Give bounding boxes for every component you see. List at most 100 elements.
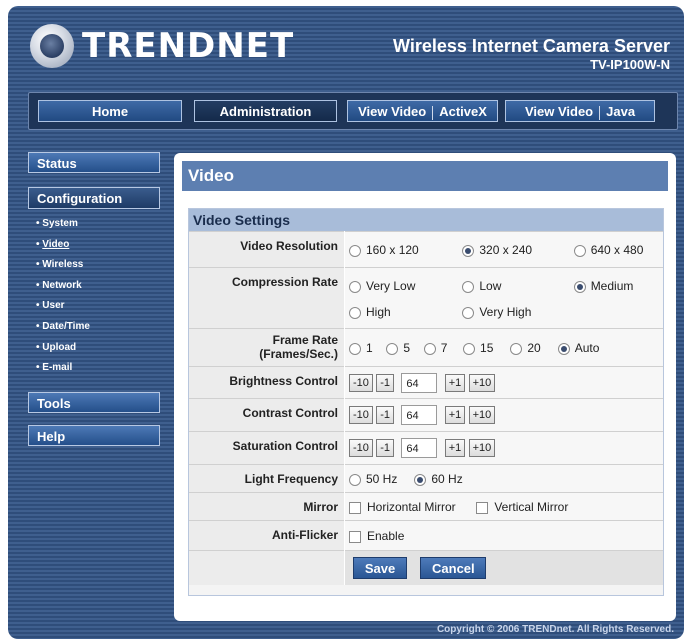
radio-icon[interactable] [349,342,361,355]
sidebar-item-system[interactable]: • System [28,214,160,235]
light-frequency-label: Light Frequency [189,464,345,493]
trendnet-logo-icon [30,24,74,68]
cancel-button[interactable]: Cancel [420,556,487,579]
compression-label: Compression Rate [189,267,345,329]
minus1-button[interactable]: -1 [376,373,395,392]
sidebar-item-datetime[interactable]: • Date/Time [28,317,160,338]
sidebar-item-label: E-mail [42,362,73,374]
framerate-label-line2: (Frames/Sec.) [259,347,338,361]
option-label: 60 Hz [431,471,463,486]
compression-option[interactable]: Medium [573,273,634,299]
plus10-button[interactable]: +10 [468,439,496,457]
checkbox-icon[interactable] [476,501,489,514]
sidebar-status-button[interactable]: Status [28,152,160,173]
nav-view-video-label: View Video [358,104,427,119]
plus1-button[interactable]: +1 [444,406,466,424]
saturation-row: Saturation Control -10 -1 64 +1 +10 [189,431,663,465]
radio-icon[interactable] [349,306,361,319]
nav-administration-label: Administration [219,104,312,119]
compression-option[interactable]: Low [462,273,570,299]
minus10-button[interactable]: -10 [349,406,373,424]
brightness-input[interactable]: 64 [401,372,438,393]
sidebar-item-label: Network [42,279,82,291]
sidebar-item-label: Upload [42,341,77,353]
contrast-label: Contrast Control [189,398,345,432]
radio-icon[interactable] [462,280,475,293]
option-label: Very Low [366,278,416,293]
radio-icon[interactable] [463,342,476,355]
radio-selected-icon[interactable] [462,244,475,257]
framerate-option[interactable]: 15 [463,341,507,355]
plus10-button[interactable]: +10 [468,406,496,424]
sidebar-help-button[interactable]: Help [28,425,160,446]
option-label: Medium [590,278,634,293]
sidebar-item-upload[interactable]: • Upload [28,338,160,359]
compression-option[interactable]: High [349,299,459,325]
sidebar-tools-button[interactable]: Tools [28,392,160,413]
framerate-option[interactable]: 1 [349,341,383,355]
compression-option[interactable]: Very Low [349,273,459,299]
video-settings-box: Video Settings Video Resolution 160 x 12… [188,208,664,596]
resolution-option[interactable]: 320 x 240 [462,243,570,257]
nav-view-video-java-button[interactable]: View Video Java [505,100,655,122]
framerate-option[interactable]: 20 [510,341,554,355]
sidebar-item-video[interactable]: • Video [28,235,160,256]
checkbox-icon[interactable] [349,501,361,514]
resolution-option[interactable]: 640 x 480 [573,242,644,257]
sidebar-item-user[interactable]: • User [28,296,160,317]
light-frequency-option[interactable]: 50 Hz [349,472,411,486]
minus1-button[interactable]: -1 [376,406,395,424]
radio-selected-icon[interactable] [557,342,570,355]
radio-icon[interactable] [349,244,361,257]
resolution-label: Video Resolution [189,231,345,268]
radio-icon[interactable] [386,342,399,355]
radio-icon[interactable] [510,342,523,355]
radio-icon[interactable] [349,473,361,486]
nav-home-label: Home [91,104,129,119]
plus1-button[interactable]: +1 [444,373,466,392]
radio-selected-icon[interactable] [414,473,427,486]
contrast-input[interactable]: 64 [401,405,438,425]
light-frequency-option[interactable]: 60 Hz [414,471,463,486]
sidebar-tools-label: Tools [37,396,71,411]
minus10-button[interactable]: -10 [349,373,373,392]
settings-table: Video Resolution 160 x 120 320 x 240 640… [189,231,663,585]
vertical-mirror-option[interactable]: Vertical Mirror [476,500,568,514]
plus10-button[interactable]: +10 [468,373,496,392]
plus1-button[interactable]: +1 [444,439,466,457]
radio-selected-icon[interactable] [573,280,586,293]
saturation-input[interactable]: 64 [401,438,438,458]
configuration-submenu: • System • Video • Wireless • Network • … [28,214,160,379]
radio-icon[interactable] [462,306,475,319]
sidebar-item-network[interactable]: • Network [28,276,160,297]
save-button[interactable]: Save [353,556,407,579]
option-label: Enable [367,528,405,543]
sidebar-item-email[interactable]: • E-mail [28,358,160,379]
top-navigation: Home Administration View Video ActiveX Vi… [28,92,678,130]
framerate-option[interactable]: Auto [557,341,599,355]
option-label: 20 [527,340,541,355]
sidebar-item-wireless[interactable]: • Wireless [28,255,160,276]
option-label: 7 [440,340,448,355]
option-label: Very High [479,304,532,319]
sidebar-status-label: Status [37,156,77,171]
anti-flicker-option[interactable]: Enable [349,529,404,543]
page-frame: TRENDNET Wireless Internet Camera Server… [8,6,684,639]
checkbox-icon[interactable] [349,530,361,543]
radio-icon[interactable] [573,244,586,257]
radio-icon[interactable] [349,280,361,293]
framerate-option[interactable]: 7 [423,340,460,355]
radio-icon[interactable] [423,342,436,355]
light-frequency-row: Light Frequency 50 Hz 60 Hz [189,464,663,493]
compression-option[interactable]: Very High [462,299,531,325]
horizontal-mirror-option[interactable]: Horizontal Mirror [349,500,473,514]
option-label: 640 x 480 [590,242,644,257]
sidebar-configuration-button[interactable]: Configuration [28,187,160,209]
nav-home-button[interactable]: Home [38,100,182,122]
resolution-option[interactable]: 160 x 120 [349,243,459,257]
framerate-option[interactable]: 5 [386,341,420,355]
nav-view-video-activex-button[interactable]: View Video ActiveX [347,100,498,122]
minus10-button[interactable]: -10 [349,439,373,457]
minus1-button[interactable]: -1 [376,439,395,457]
nav-administration-button[interactable]: Administration [194,100,337,122]
